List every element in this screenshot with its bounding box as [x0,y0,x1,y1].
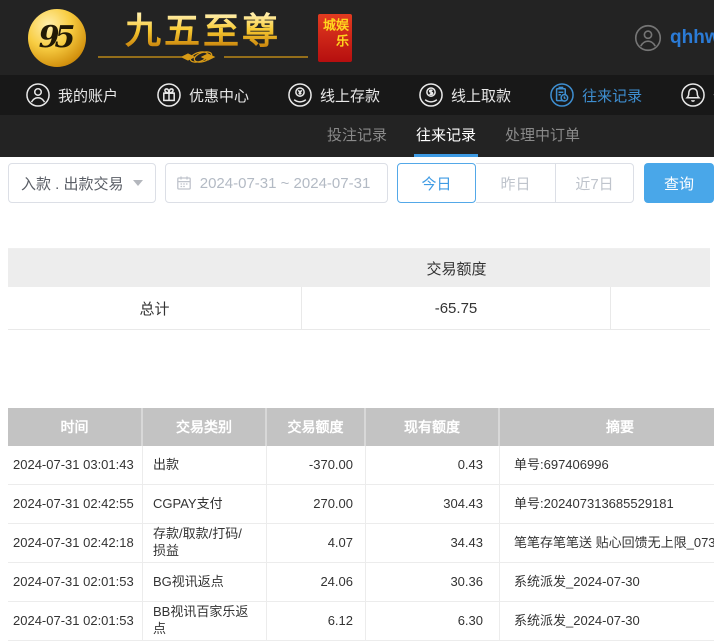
quick-range-group: 今日昨日近7日 [397,163,634,203]
summary-header-row: 交易额度 [8,249,710,287]
table-row: 2024-07-31 03:01:43出款-370.000.43单号:69740… [8,446,714,485]
column-header-sum: 摘要 [500,408,714,446]
gift-icon [156,82,182,108]
cell-time: 2024-07-31 02:01:53 [8,563,143,601]
logo-text-block: 九五至尊 [96,12,310,64]
cell-balance: 34.43 [366,524,500,562]
subnav-tabs: 投注记录往来记录处理中订单 [0,115,714,157]
table-header-row: 时间交易类别交易额度现有额度摘要 [8,408,714,446]
main-nav: 我的账户 优惠中心 线上存款 线上取款 往来记录 信息 [0,75,714,115]
cell-summary: 系统派发_2024-07-30 [500,602,714,640]
calendar-icon [176,175,192,191]
cell-time: 2024-07-31 03:01:43 [8,446,143,484]
cell-type: BB视讯百家乐返点 [143,602,267,640]
filter-row: 入款 . 出款交易 2024-07-31 ~ 2024-07-31 今日昨日近7… [8,163,714,203]
summary-table: 交易额度 总计 -65.75 [8,248,710,330]
nav-item-records[interactable]: 往来记录 [549,82,642,108]
cell-type: CGPAY支付 [143,485,267,523]
table-row: 2024-07-31 02:01:53BB视讯百家乐返点6.126.30系统派发… [8,602,714,641]
transactions-table: 时间交易类别交易额度现有额度摘要 2024-07-31 03:01:43出款-3… [8,408,714,641]
cell-summary: 单号:202407313685529181 [500,485,714,523]
table-body: 2024-07-31 03:01:43出款-370.000.43单号:69740… [8,446,714,641]
query-button[interactable]: 查询 [644,163,714,203]
cell-summary: 笔笔存笔笔送 贴心回馈无上限_0730 [500,524,714,562]
table-row: 2024-07-31 02:42:55CGPAY支付270.00304.43单号… [8,485,714,524]
tab-transfer-records[interactable]: 往来记录 [416,115,476,157]
summary-total-value: -65.75 [302,287,611,329]
cell-type: 出款 [143,446,267,484]
nav-item-messages[interactable]: 信息 [680,82,714,108]
date-range-value: 2024-07-31 ~ 2024-07-31 [200,175,371,192]
user-icon [25,82,51,108]
nav-item-label: 线上取款 [451,85,511,106]
user-info: qhhw2 [634,0,714,75]
summary-row-label: 总计 [8,287,302,329]
logo-monogram: 95 [28,9,86,67]
cell-type: 存款/取款/打码/损益 [143,524,267,562]
username[interactable]: qhhw2 [670,27,714,49]
column-header-type: 交易类别 [143,408,267,446]
cell-time: 2024-07-31 02:01:53 [8,602,143,640]
column-header-time: 时间 [8,408,143,446]
cell-amount: -370.00 [267,446,366,484]
cell-amount: 270.00 [267,485,366,523]
chevron-down-icon [133,180,143,186]
cell-balance: 304.43 [366,485,500,523]
quick-range-yesterday[interactable]: 昨日 [476,163,555,203]
tab-bet-records[interactable]: 投注记录 [327,115,387,157]
column-header-bal: 现有额度 [366,408,500,446]
tab-pending-orders[interactable]: 处理中订单 [505,115,580,157]
cell-time: 2024-07-31 02:42:55 [8,485,143,523]
quick-range-last7days[interactable]: 近7日 [555,163,634,203]
cell-amount: 6.12 [267,602,366,640]
summary-header-label: 交易额度 [302,249,611,287]
cell-amount: 4.07 [267,524,366,562]
nav-item-deposit[interactable]: 线上存款 [287,82,380,108]
flourish-ornament-icon [96,50,310,63]
column-header-amt: 交易额度 [267,408,366,446]
cell-summary: 系统派发_2024-07-30 [500,563,714,601]
nav-item-label: 我的账户 [58,85,118,106]
top-bar: 95 九五至尊 娱乐城 qhhw2 [0,0,714,75]
quick-range-today[interactable]: 今日 [397,163,476,203]
bell-icon [680,82,706,108]
table-row: 2024-07-31 02:01:53BG视讯返点24.0630.36系统派发_… [8,563,714,602]
cell-summary: 单号:697406996 [500,446,714,484]
nav-item-label: 线上存款 [320,85,380,106]
transaction-type-select[interactable]: 入款 . 出款交易 [8,163,156,203]
withdraw-icon [418,82,444,108]
cell-balance: 0.43 [366,446,500,484]
date-range-input[interactable]: 2024-07-31 ~ 2024-07-31 [165,163,388,203]
transaction-type-value: 入款 . 出款交易 [21,173,124,194]
nav-item-label: 优惠中心 [189,85,249,106]
brand-name: 九五至尊 [125,12,281,50]
cell-amount: 24.06 [267,563,366,601]
cell-time: 2024-07-31 02:42:18 [8,524,143,562]
nav-item-label: 往来记录 [582,85,642,106]
site-logo[interactable]: 95 九五至尊 娱乐城 [28,9,352,67]
logo-badge: 娱乐城 [318,14,352,62]
cell-balance: 30.36 [366,563,500,601]
nav-item-promo[interactable]: 优惠中心 [156,82,249,108]
avatar-icon[interactable] [634,24,662,52]
records-icon [549,82,575,108]
cell-balance: 6.30 [366,602,500,640]
nav-item-withdraw[interactable]: 线上取款 [418,82,511,108]
deposit-icon [287,82,313,108]
table-row: 2024-07-31 02:42:18存款/取款/打码/损益4.0734.43笔… [8,524,714,563]
nav-item-account[interactable]: 我的账户 [25,82,118,108]
summary-total-row: 总计 -65.75 [8,287,710,330]
cell-type: BG视讯返点 [143,563,267,601]
